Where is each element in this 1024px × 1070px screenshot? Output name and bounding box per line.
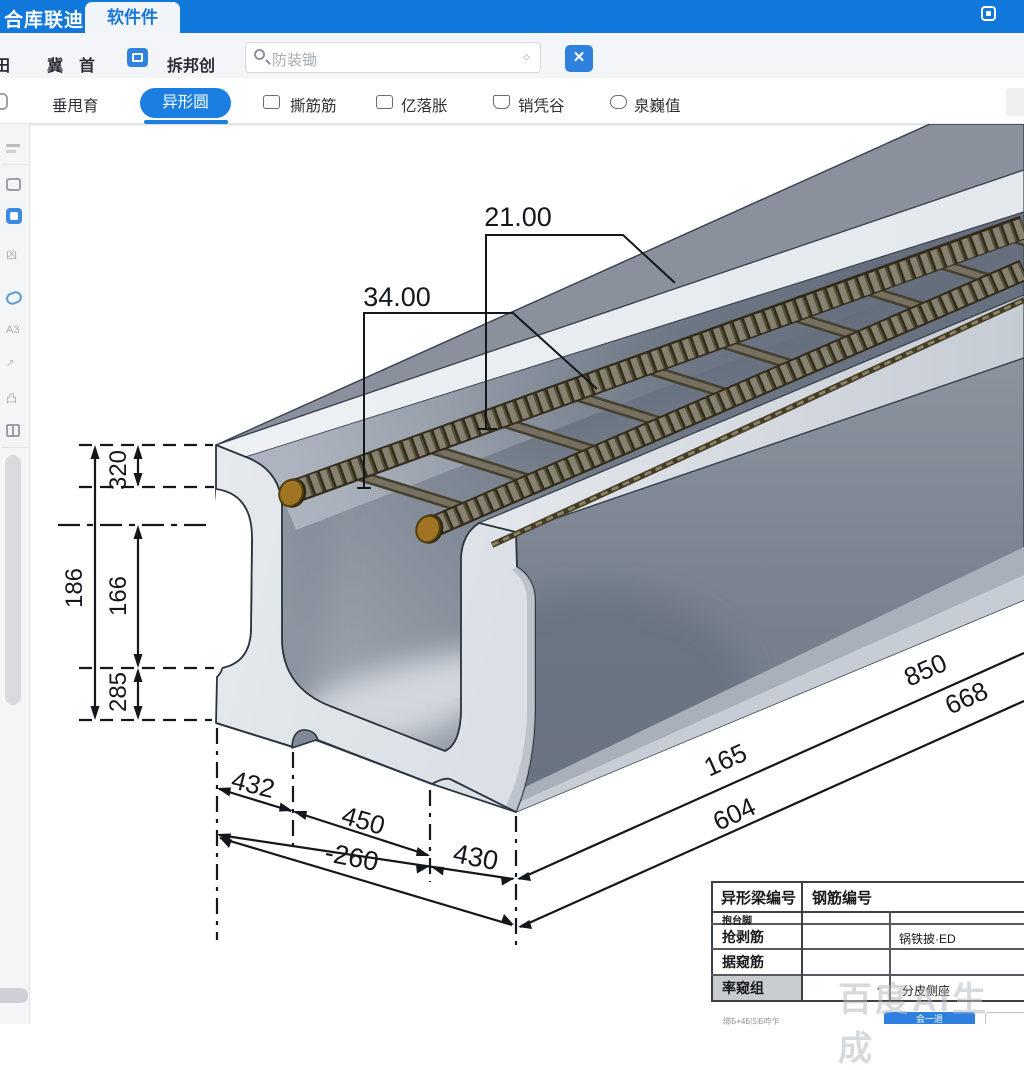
- svg-text:166: 166: [105, 576, 132, 616]
- svg-text:34.00: 34.00: [363, 282, 431, 312]
- svg-text:668: 668: [940, 675, 992, 720]
- svg-text:604: 604: [708, 791, 760, 837]
- svg-text:450: 450: [338, 800, 388, 841]
- svg-text:165: 165: [699, 737, 751, 782]
- svg-text:285: 285: [105, 672, 132, 712]
- svg-text:432: 432: [228, 764, 277, 804]
- svg-text:850: 850: [899, 647, 951, 692]
- svg-text:21.00: 21.00: [484, 202, 552, 232]
- svg-text:186: 186: [61, 568, 88, 608]
- svg-text:320: 320: [105, 450, 132, 490]
